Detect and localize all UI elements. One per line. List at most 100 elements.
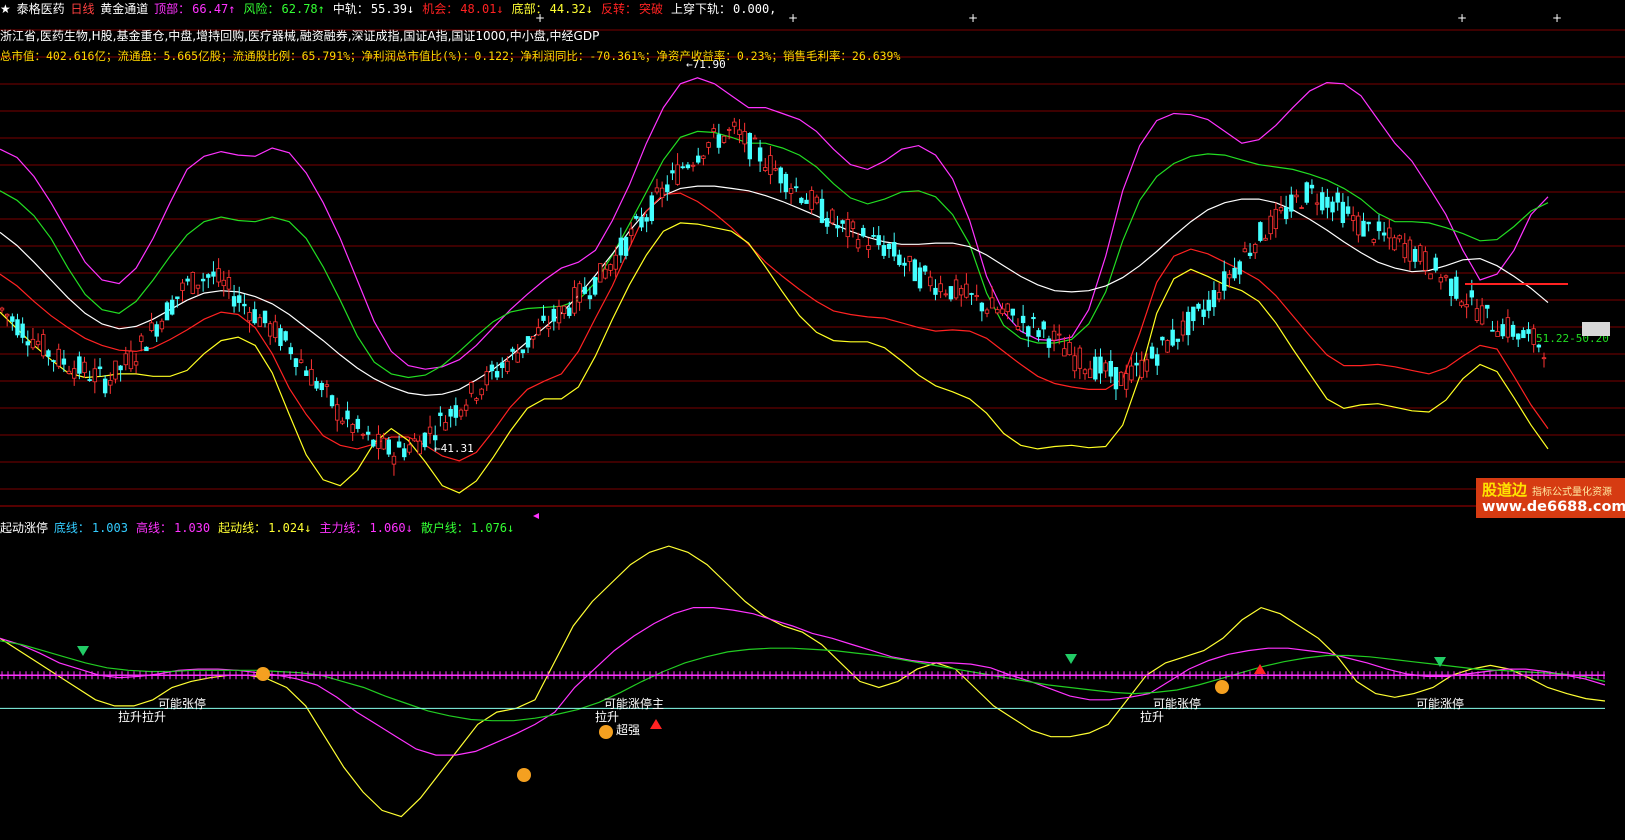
candle-body [309,368,314,386]
candle-body [1423,251,1428,271]
header-item-value: 62.78↑ [281,2,325,16]
candle-body [721,135,727,143]
candle-body [1268,215,1273,235]
candle-body [1232,267,1237,279]
candle-body [1134,362,1139,366]
candle-body [520,349,526,354]
band-line-4 [0,222,1549,494]
header-item-label: 风险： [243,2,280,16]
candle-body [618,237,624,256]
header-item-label: 底部： [511,2,548,16]
signal-label: 可能涨停主 [604,696,664,711]
candle-body [902,262,907,266]
signal-label: 可能涨停 [1416,696,1464,711]
candle-body [376,433,381,449]
candle-body [639,216,644,228]
candle-body [216,268,221,283]
candle-body [108,380,113,386]
header-item-value: 突破 [639,2,664,16]
header-item-label: 顶部： [154,2,191,16]
candle-body [1479,305,1485,325]
candle-body [623,237,629,256]
signal-label: 拉升 [1140,709,1164,724]
candle-body [314,381,319,389]
candle-body [788,188,794,194]
period-label[interactable]: 日线 [70,2,94,16]
candle-body [567,307,572,316]
star-icon[interactable]: ★ [0,2,11,16]
candle-body [0,307,5,311]
candle-body [716,134,722,148]
candle-body [1258,222,1263,241]
candle-body [1428,273,1433,280]
signal-label: 超强 [616,722,640,737]
candle-body [159,320,165,330]
candle-body [876,235,881,246]
sub-item-3: 主力线： 1.060↓ [320,521,415,535]
stock-fundamentals: 总市值：402.616亿；流通盘：5.665亿股；流通股比例：65.791%；净… [0,49,901,63]
candlesticks [0,117,1547,476]
watermark-title: 股道边 [1482,481,1528,499]
candle-body [360,433,366,436]
sub-item-value: 1.024↓ [268,521,312,535]
sell-signal-icon [1065,654,1077,664]
candle-body [479,388,484,396]
signal-label: 拉升拉升 [118,709,166,724]
low-label: ←41.31 [434,442,474,455]
header-item-5: 反转： 突破 [601,2,665,16]
candle-body [1335,192,1340,203]
candle-body [1175,338,1181,342]
candle-body [386,439,391,455]
candle-body [670,170,675,174]
candle-body [1526,329,1531,334]
candle-body [128,350,134,370]
candle-body [866,245,871,250]
candle-body [1407,239,1413,262]
candle-body [1500,324,1505,337]
candle-body [634,216,639,219]
sub-item-0: 底线： 1.003 [54,521,130,535]
candle-body [231,296,237,307]
indicator-header: ★ 泰格医药 日线 黄金通道 顶部： 66.47↑ 风险： 62.78↑ 中轨： 55.3… [0,1,786,17]
candle-body [541,315,546,321]
candle-body [329,395,335,407]
candle-body [1412,249,1418,262]
candle-body [180,282,185,291]
candle-body [1454,276,1459,299]
candle-body [1062,348,1067,357]
candle-body [1144,359,1150,372]
candle-body [917,267,923,289]
candle-body [298,359,304,363]
candle-body [561,305,567,314]
candle-body [1397,235,1402,240]
candle-body [654,187,660,193]
smile-icon [1215,680,1229,694]
candle-body [438,412,443,416]
candle-body [819,198,825,223]
price-tag [1582,322,1610,336]
stock-tags: 浙江省,医药生物,H股,基金重仓,中盘,增持回购,医疗器械,融资融券,深证成指,… [0,29,600,43]
candle-body [252,309,257,324]
candle-body [1139,359,1144,378]
candle-body [1098,356,1103,374]
candle-body [200,278,206,282]
candle-body [15,319,20,336]
candle-body [628,228,634,237]
candle-body [448,408,453,417]
candle-body [974,295,979,298]
candle-body [1057,333,1062,336]
candle-body [933,287,938,295]
sub-item-label: 底线： [53,521,90,535]
candle-body [484,371,489,386]
candle-body [613,254,618,270]
header-item-0: 顶部： 66.47↑ [154,2,237,16]
candle-body [1418,245,1423,262]
candle-body [1252,243,1258,254]
candle-body [102,378,108,394]
candle-body [494,371,500,378]
candle-body [1155,354,1160,366]
sub-item-label: 起动线： [218,521,267,535]
candle-body [659,187,665,198]
candle-body [443,422,448,431]
candle-body [195,284,201,289]
